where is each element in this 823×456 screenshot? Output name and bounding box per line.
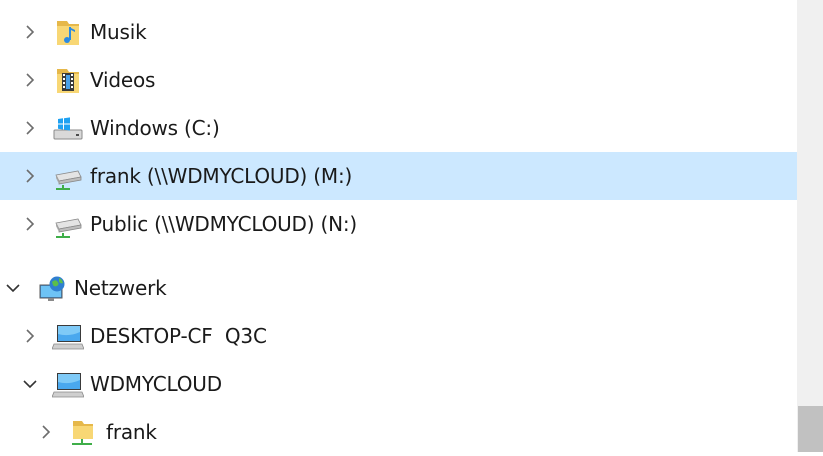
chevron-right-icon[interactable] [20, 326, 40, 346]
tree-item-label: frank (\\WDMYCLOUD) (M:) [90, 164, 353, 188]
tree-item-label: Netzwerk [74, 276, 167, 300]
chevron-right-icon[interactable] [20, 118, 40, 138]
windows-drive-icon [52, 115, 84, 143]
computer-icon [52, 371, 84, 399]
tree-item-windows-c[interactable]: Windows (C:) [0, 104, 797, 152]
chevron-down-icon[interactable] [3, 278, 23, 298]
shared-folder-icon [66, 419, 98, 447]
tree-item-musik[interactable]: Musik [0, 8, 797, 56]
chevron-right-icon[interactable] [20, 70, 40, 90]
tree-item-label: Public (\\WDMYCLOUD) (N:) [90, 212, 358, 236]
tree-item-frank-drive-m[interactable]: frank (\\WDMYCLOUD) (M:) [0, 152, 797, 200]
tree-item-label: frank [106, 420, 157, 444]
navigation-tree: Musik Videos Windows (C:) frank (\\WDMYC… [0, 0, 797, 452]
chevron-right-icon[interactable] [20, 22, 40, 42]
tree-item-videos[interactable]: Videos [0, 56, 797, 104]
tree-item-label: Windows (C:) [90, 116, 220, 140]
chevron-right-icon[interactable] [20, 166, 40, 186]
tree-item-public-drive-n[interactable]: Public (\\WDMYCLOUD) (N:) [0, 200, 797, 248]
network-globe-icon [37, 275, 69, 303]
vertical-scrollbar[interactable] [797, 0, 823, 452]
network-drive-icon [52, 211, 84, 239]
tree-item-desktop-computer[interactable]: DESKTOP-CF Q3C [0, 312, 797, 360]
scrollbar-thumb[interactable] [798, 406, 823, 452]
tree-item-label: DESKTOP-CF Q3C [90, 324, 267, 348]
tree-item-wdmycloud[interactable]: WDMYCLOUD [0, 360, 797, 408]
network-drive-icon [52, 163, 84, 191]
tree-item-label: Musik [90, 20, 147, 44]
chevron-right-icon[interactable] [36, 422, 56, 442]
music-folder-icon [52, 19, 84, 47]
tree-item-label: WDMYCLOUD [90, 372, 222, 396]
chevron-right-icon[interactable] [20, 214, 40, 234]
video-folder-icon [52, 67, 84, 95]
tree-item-frank-share[interactable]: frank [0, 408, 797, 456]
chevron-down-icon[interactable] [20, 374, 40, 394]
tree-item-netzwerk[interactable]: Netzwerk [0, 264, 797, 312]
computer-icon [52, 323, 84, 351]
tree-item-label: Videos [90, 68, 156, 92]
